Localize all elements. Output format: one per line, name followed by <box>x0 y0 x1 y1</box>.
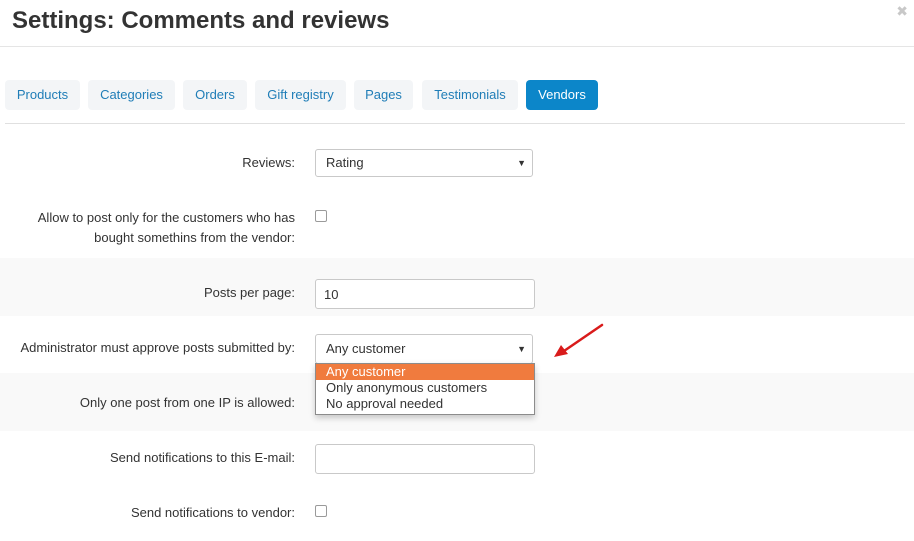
approve-select-value: Any customer <box>326 341 406 356</box>
reviews-label: Reviews: <box>242 155 295 170</box>
reviews-select[interactable]: Rating ▼ <box>315 149 533 177</box>
tab-products[interactable]: Products <box>5 80 80 110</box>
allow-post-label-line2: bought somethins from the vendor: <box>94 230 295 245</box>
tab-orders[interactable]: Orders <box>183 80 247 110</box>
notify-vendor-checkbox[interactable] <box>315 505 327 517</box>
tab-vendors[interactable]: Vendors <box>526 80 598 110</box>
tab-categories[interactable]: Categories <box>88 80 175 110</box>
posts-per-page-label: Posts per page: <box>203 285 295 300</box>
close-icon[interactable]: ✖ <box>896 2 908 20</box>
posts-per-page-input[interactable] <box>315 279 535 309</box>
dialog-header: Settings: Comments and reviews ✖ <box>0 0 914 47</box>
approve-label: Administrator must approve posts submitt… <box>20 340 295 355</box>
dropdown-option[interactable]: No approval needed <box>316 396 534 412</box>
chevron-down-icon: ▼ <box>517 158 526 168</box>
notify-email-label: Send notifications to this E-mail: <box>110 450 295 465</box>
approve-select[interactable]: Any customer ▼ <box>315 334 533 364</box>
tab-testimonials[interactable]: Testimonials <box>422 80 518 110</box>
one-post-ip-label: Only one post from one IP is allowed: <box>79 395 295 410</box>
tab-pages[interactable]: Pages <box>354 80 413 110</box>
dropdown-option[interactable]: Only anonymous customers <box>316 380 534 396</box>
allow-post-checkbox[interactable] <box>315 210 327 222</box>
notify-email-input[interactable] <box>315 444 535 474</box>
notify-vendor-label: Send notifications to vendor: <box>130 505 295 520</box>
chevron-down-icon: ▼ <box>517 344 526 354</box>
tabs-divider <box>5 123 905 124</box>
dialog-title: Settings: Comments and reviews <box>12 7 390 34</box>
tab-gift-registry[interactable]: Gift registry <box>255 80 346 110</box>
approve-dropdown-list: Any customer Only anonymous customers No… <box>315 363 535 415</box>
dropdown-option[interactable]: Any customer <box>316 364 534 380</box>
annotation-arrow-icon <box>554 323 604 357</box>
allow-post-label-line1: Allow to post only for the customers who… <box>37 210 295 225</box>
reviews-select-value: Rating <box>326 155 364 170</box>
